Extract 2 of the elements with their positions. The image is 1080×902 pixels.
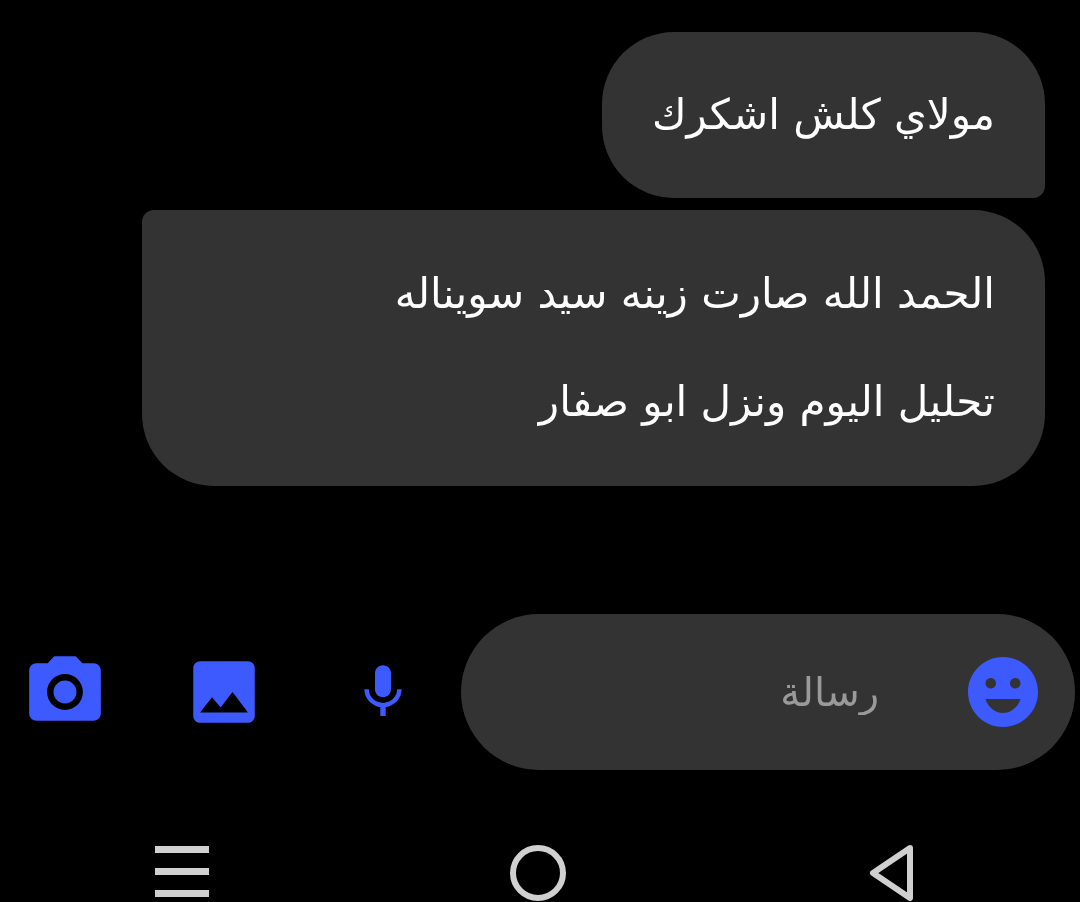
message-bubble: مولاي كلش اشكرك: [602, 32, 1045, 198]
message-bubble: الحمد الله صارت زينه سيد سويناله تحليل اليوم ونزل ابو صفار: [142, 210, 1045, 486]
